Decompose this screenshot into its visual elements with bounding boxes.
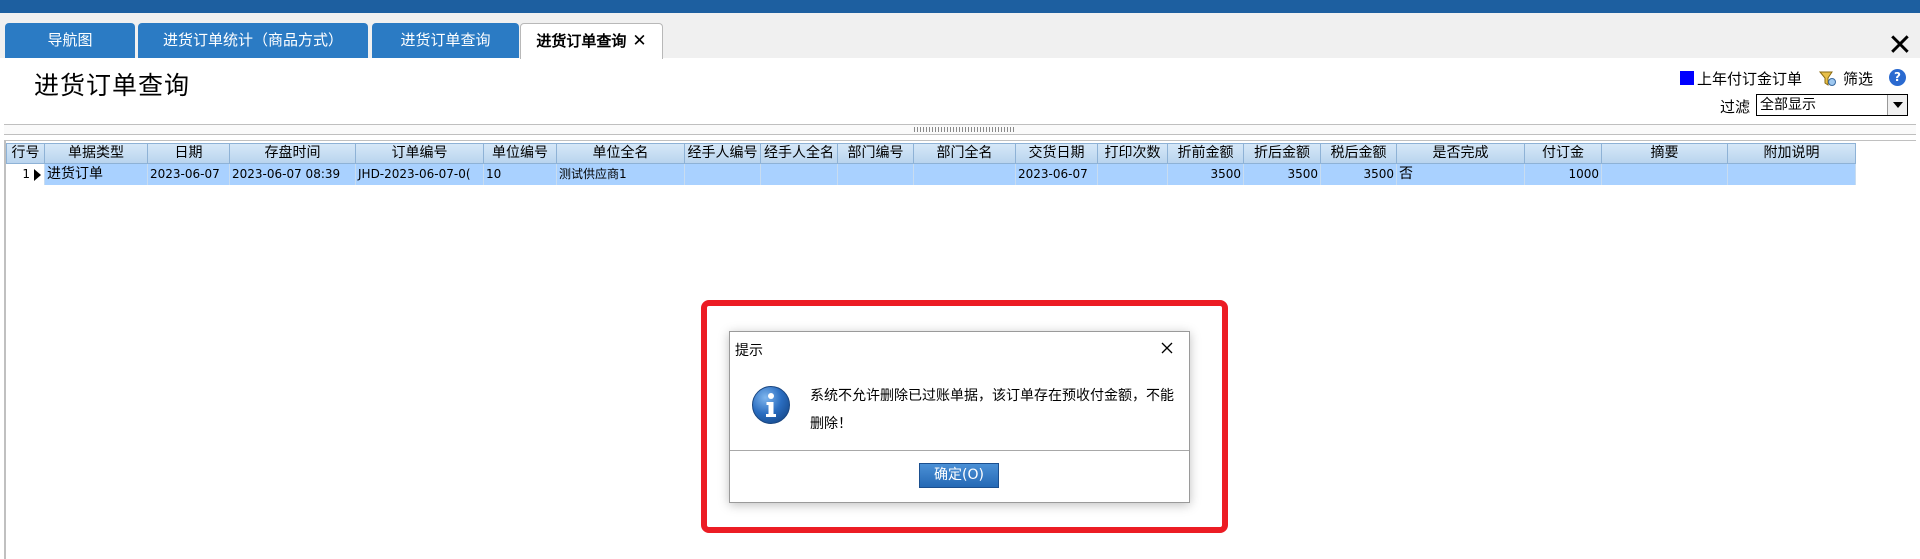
col-header[interactable]: 是否完成	[1397, 143, 1525, 164]
dialog-title: 提示	[735, 343, 763, 359]
row-number: 1	[22, 167, 30, 181]
filter-label: 过滤	[1720, 98, 1751, 116]
filter-select-value: 全部显示	[1760, 97, 1816, 113]
col-header[interactable]: 打印次数	[1098, 143, 1168, 164]
filter-select[interactable]: 全部显示	[1756, 94, 1908, 116]
dialog-close-icon[interactable]	[1155, 336, 1179, 360]
tab-purchase-order-query-active[interactable]: 进货订单查询 ✕	[520, 23, 663, 59]
dialog-message: 系统不允许删除已过账单据，该订单存在预收付金额，不能删除！	[810, 388, 1174, 432]
cell-handler-code[interactable]	[685, 164, 761, 185]
splitter-grip[interactable]	[914, 127, 1014, 132]
col-header[interactable]: 行号	[6, 143, 45, 164]
grid-header: 行号 单据类型 日期 存盘时间 订单编号 单位编号 单位全名 经手人编号 经手人…	[6, 143, 1856, 164]
col-header[interactable]: 单据类型	[45, 143, 148, 164]
cell-type[interactable]: 进货订单	[45, 164, 148, 185]
cell-amount-tax[interactable]: 3500	[1321, 164, 1397, 185]
col-header[interactable]: 税后金额	[1321, 143, 1397, 164]
row-number-cell: 1	[6, 164, 45, 185]
cell-date[interactable]: 2023-06-07	[148, 164, 230, 185]
cell-saved-time[interactable]: 2023-06-07 08:39	[230, 164, 356, 185]
col-header[interactable]: 经手人编号	[685, 143, 761, 164]
cell-dept-code[interactable]	[838, 164, 914, 185]
tab-purchase-order-query-1[interactable]: 进货订单查询	[372, 23, 519, 58]
row-pointer-icon	[34, 168, 41, 181]
cell-completed[interactable]: 否	[1397, 164, 1525, 185]
cell-order-no[interactable]: JHD-2023-06-07-0(	[356, 164, 484, 185]
alert-dialog: 提示 系统不允许删除已过账单据，该订单存在预收付金额，不能删除！ 确定(O)	[729, 331, 1190, 503]
info-icon	[751, 385, 791, 425]
col-header[interactable]: 经手人全名	[761, 143, 838, 164]
tab-strip: 导航图 进货订单统计（商品方式） 进货订单查询 进货订单查询 ✕ ✕	[0, 13, 1920, 61]
cell-amount-before[interactable]: 3500	[1168, 164, 1244, 185]
cell-unit-name[interactable]: 测试供应商1	[557, 164, 685, 185]
col-header[interactable]: 折前金额	[1168, 143, 1244, 164]
tab-purchase-order-stats[interactable]: 进货订单统计（商品方式）	[138, 23, 368, 58]
cell-delivery-date[interactable]: 2023-06-07	[1016, 164, 1098, 185]
window-close-icon[interactable]: ✕	[1886, 31, 1914, 61]
legend: 上年付订金订单	[1680, 69, 1803, 88]
splitter[interactable]	[4, 124, 1916, 135]
col-header[interactable]: 日期	[148, 143, 230, 164]
col-header[interactable]: 存盘时间	[230, 143, 356, 164]
cell-unit-code[interactable]: 10	[484, 164, 557, 185]
cell-dept-name[interactable]	[914, 164, 1016, 185]
col-header[interactable]: 订单编号	[356, 143, 484, 164]
page-title: 进货订单查询	[34, 71, 191, 100]
tab-close-icon[interactable]: ✕	[632, 24, 646, 59]
cell-handler-name[interactable]	[761, 164, 838, 185]
help-icon[interactable]: ?	[1889, 69, 1906, 86]
ok-button[interactable]: 确定(O)	[919, 463, 999, 488]
col-header[interactable]: 付订金	[1525, 143, 1602, 164]
table-row[interactable]: 1 进货订单 2023-06-07 2023-06-07 08:39 JHD-2…	[6, 164, 1856, 185]
filter-button-label: 筛选	[1843, 70, 1874, 88]
col-header[interactable]: 摘要	[1602, 143, 1728, 164]
tab-navigation[interactable]: 导航图	[5, 23, 135, 58]
tab-label: 导航图	[47, 31, 93, 49]
tab-label: 进货订单查询	[536, 32, 627, 50]
col-header[interactable]: 部门全名	[914, 143, 1016, 164]
chevron-down-icon[interactable]	[1887, 95, 1907, 115]
tab-label: 进货订单查询	[400, 31, 491, 49]
top-bar	[0, 0, 1920, 13]
legend-label: 上年付订金订单	[1697, 69, 1803, 88]
filter-icon	[1818, 71, 1836, 86]
col-header[interactable]: 单位全名	[557, 143, 685, 164]
cell-amount-after[interactable]: 3500	[1244, 164, 1321, 185]
dialog-footer: 确定(O)	[730, 450, 1189, 502]
cell-deposit[interactable]: 1000	[1525, 164, 1602, 185]
col-header[interactable]: 部门编号	[838, 143, 914, 164]
filter-button[interactable]: 筛选	[1818, 68, 1873, 89]
col-header[interactable]: 单位编号	[484, 143, 557, 164]
tab-label: 进货订单统计（商品方式）	[162, 31, 343, 49]
col-header[interactable]: 附加说明	[1728, 143, 1856, 164]
col-header[interactable]: 交货日期	[1016, 143, 1098, 164]
col-header[interactable]: 折后金额	[1244, 143, 1321, 164]
cell-note[interactable]	[1728, 164, 1856, 185]
cell-summary[interactable]	[1602, 164, 1728, 185]
close-icon	[1161, 342, 1173, 354]
cell-print-count[interactable]	[1098, 164, 1168, 185]
legend-swatch	[1680, 71, 1694, 85]
